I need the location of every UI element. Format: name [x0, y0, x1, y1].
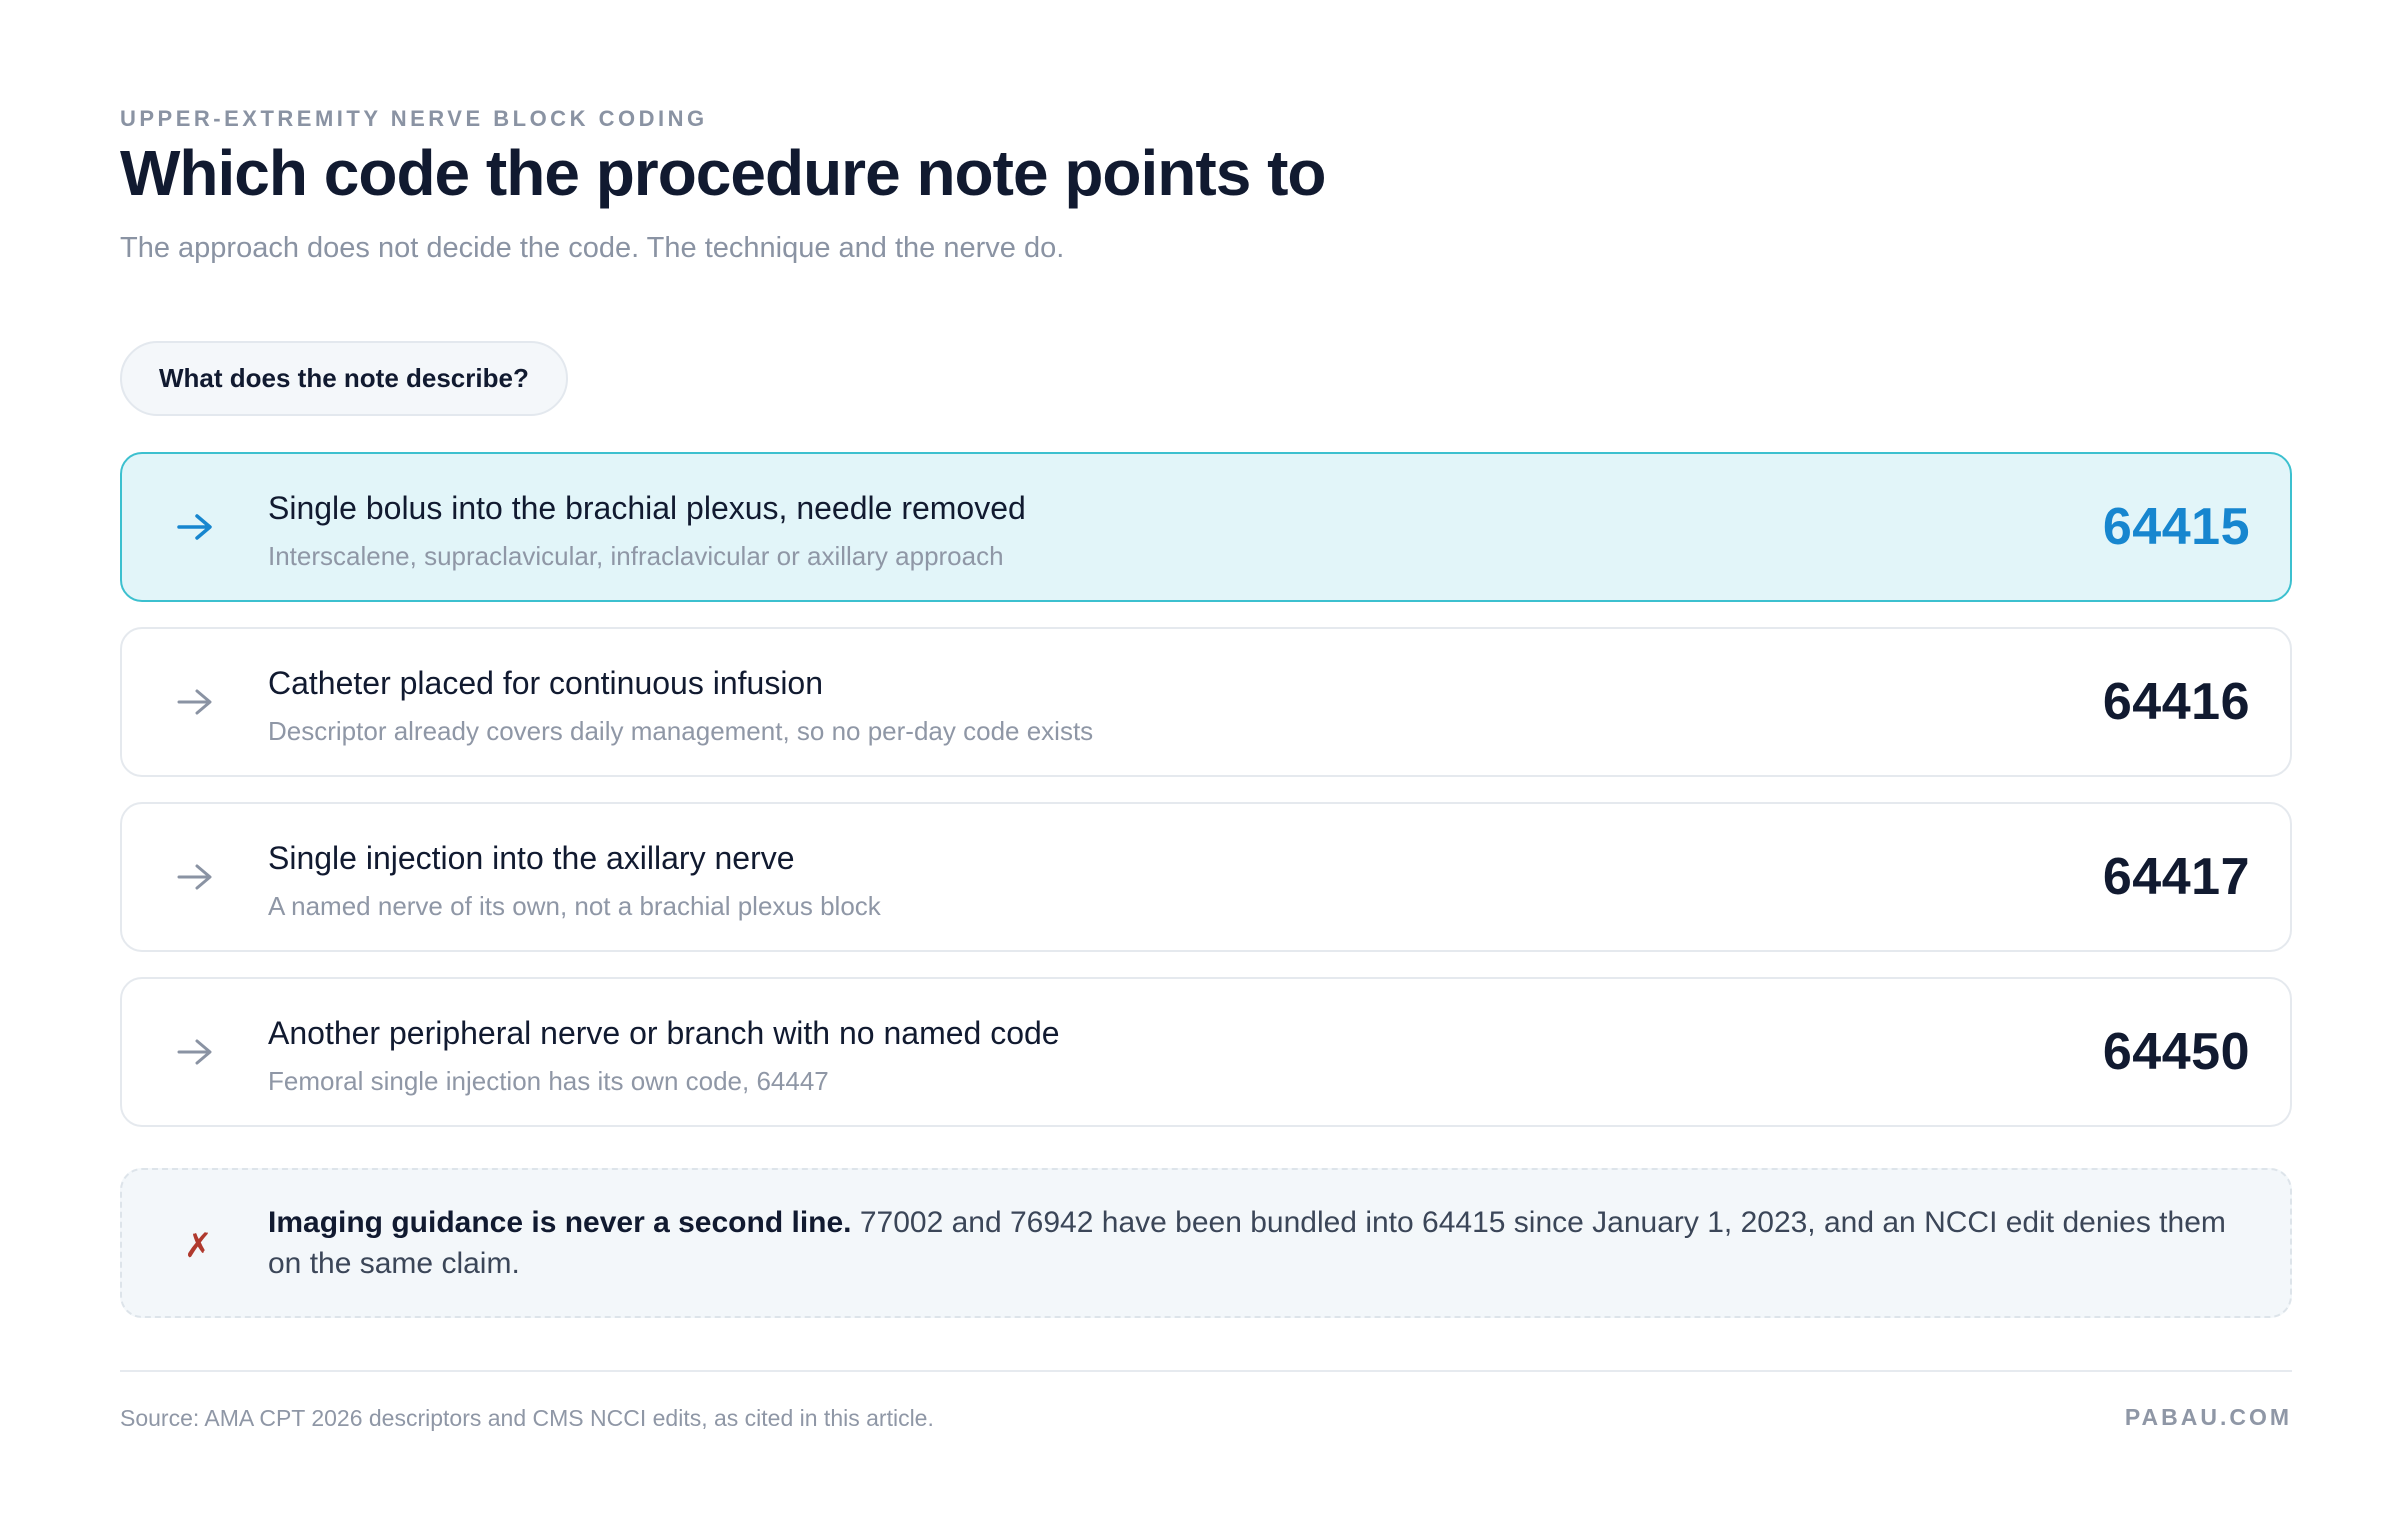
- option-description: A named nerve of its own, not a brachial…: [268, 891, 881, 921]
- option-code: 64450: [2102, 1023, 2250, 1081]
- option-text: Catheter placed for continuous infusion …: [268, 665, 1093, 747]
- option-row-64450[interactable]: Another peripheral nerve or branch with …: [120, 977, 2292, 1127]
- option-code: 64417: [2102, 848, 2250, 906]
- option-code: 64415: [2102, 498, 2250, 556]
- arrow-right-icon: [177, 864, 212, 890]
- option-code: 64416: [2102, 673, 2250, 731]
- option-label: Catheter placed for continuous infusion: [268, 665, 824, 701]
- source-note: Source: AMA CPT 2026 descriptors and CMS…: [120, 1405, 934, 1431]
- page-title: Which code the procedure note points to: [120, 137, 1326, 209]
- question-pill: What does the note describe?: [120, 341, 568, 416]
- option-row-64416[interactable]: Catheter placed for continuous infusion …: [120, 627, 2292, 777]
- note-text: Imaging guidance is never a second line.…: [268, 1202, 2250, 1284]
- x-mark-icon: ✗: [184, 1227, 213, 1265]
- footer-divider: [120, 1370, 2292, 1372]
- option-label: Another peripheral nerve or branch with …: [268, 1015, 1060, 1051]
- option-text: Single bolus into the brachial plexus, n…: [268, 490, 1026, 572]
- option-row-64415[interactable]: Single bolus into the brachial plexus, n…: [120, 452, 2292, 602]
- option-label: Single bolus into the brachial plexus, n…: [268, 490, 1026, 526]
- option-description: Interscalene, supraclavicular, infraclav…: [268, 541, 1004, 571]
- imaging-guidance-note: ✗ Imaging guidance is never a second lin…: [120, 1168, 2292, 1318]
- option-text: Single injection into the axillary nerve…: [268, 840, 881, 922]
- arrow-right-icon: [177, 1039, 212, 1065]
- option-description: Femoral single injection has its own cod…: [268, 1066, 829, 1096]
- option-description: Descriptor already covers daily manageme…: [268, 716, 1094, 746]
- option-text: Another peripheral nerve or branch with …: [268, 1015, 1060, 1097]
- brand-link[interactable]: PABAU.COM: [2125, 1404, 2292, 1431]
- options-list: Single bolus into the brachial plexus, n…: [120, 452, 2292, 1152]
- arrow-right-icon: [177, 689, 212, 715]
- note-strong: Imaging guidance is never a second line.: [268, 1206, 852, 1239]
- page: UPPER-EXTREMITY NERVE BLOCK CODING Which…: [0, 0, 2400, 1534]
- eyebrow-label: UPPER-EXTREMITY NERVE BLOCK CODING: [120, 106, 708, 131]
- option-row-64417[interactable]: Single injection into the axillary nerve…: [120, 802, 2292, 952]
- option-label: Single injection into the axillary nerve: [268, 840, 795, 876]
- arrow-right-icon: [177, 514, 212, 540]
- page-subtitle: The approach does not decide the code. T…: [120, 232, 1065, 264]
